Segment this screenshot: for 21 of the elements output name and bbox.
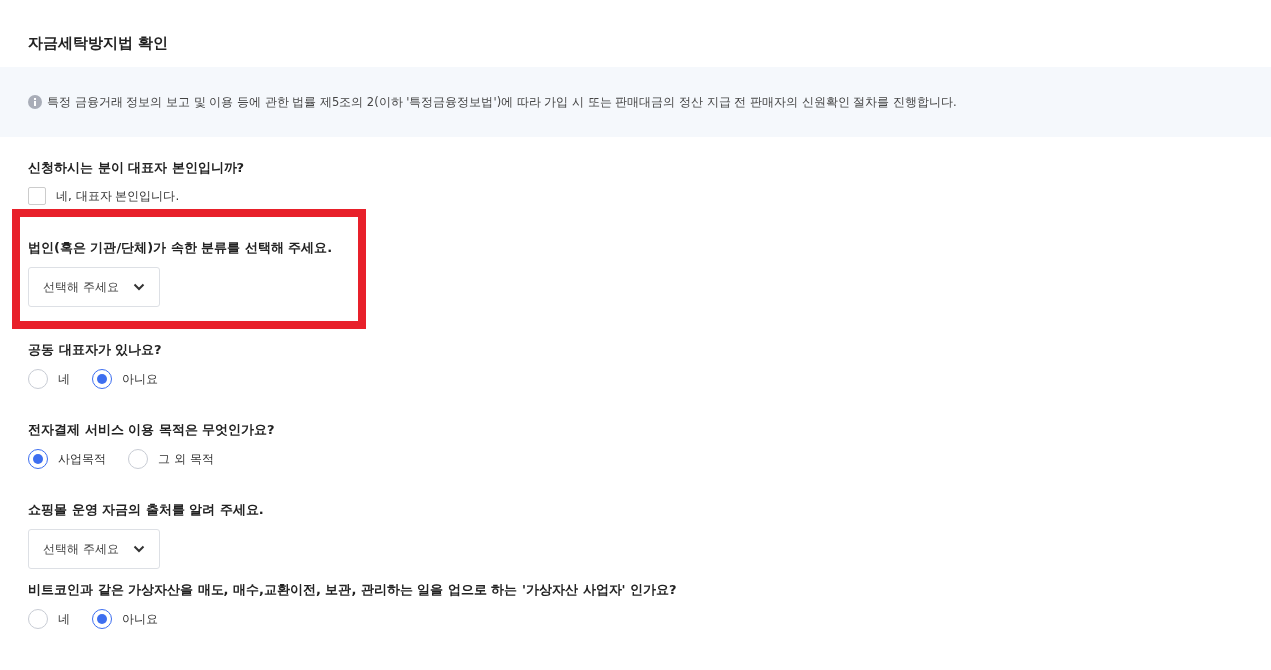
radio-label[interactable]: 그 외 목적	[158, 450, 214, 468]
radio-label[interactable]: 아니요	[122, 610, 158, 628]
radio-label[interactable]: 네	[58, 370, 70, 388]
dropdown[interactable]: 선택해 주세요	[28, 267, 160, 307]
chevron-down-icon	[132, 545, 145, 553]
question-label: 신청하시는 분이 대표자 본인입니까?	[28, 159, 246, 177]
radio-label[interactable]: 네	[58, 610, 70, 628]
question-label: 전자결제 서비스 이용 목적은 무엇인가요?	[28, 421, 276, 439]
question-label: 법인(혹은 기관/단체)가 속한 분류를 선택해 주세요.	[28, 239, 334, 257]
section-title: 자금세탁방지법 확인	[27, 33, 170, 54]
checkbox[interactable]	[28, 187, 46, 205]
radio-label[interactable]: 사업목적	[58, 450, 106, 468]
checkbox-label[interactable]: 네, 대표자 본인입니다.	[56, 187, 180, 205]
question-label: 공동 대표자가 있나요?	[28, 341, 163, 359]
question-label: 쇼핑몰 운영 자금의 출처를 알려 주세요.	[28, 501, 265, 519]
chevron-down-icon	[132, 283, 145, 291]
radio-label[interactable]: 아니요	[122, 370, 158, 388]
notice-text: 특정 금융거래 정보의 보고 및 이용 등에 관한 법률 제5조의 2(이하 '특정금융정보법')에 따라 가입 시 또는 판매대금의 정산 지급 전 판매자의 신원확인 절차를 진행합니다.	[47, 94, 957, 110]
dropdown[interactable]: 선택해 주세요	[28, 529, 160, 569]
question-label: 비트코인과 같은 가상자산을 매도, 매수,교환이전, 보관, 관리하는 일을 업으로 하는 '가상자산 사업자' 인가요?	[28, 581, 678, 599]
info-icon	[28, 95, 42, 109]
